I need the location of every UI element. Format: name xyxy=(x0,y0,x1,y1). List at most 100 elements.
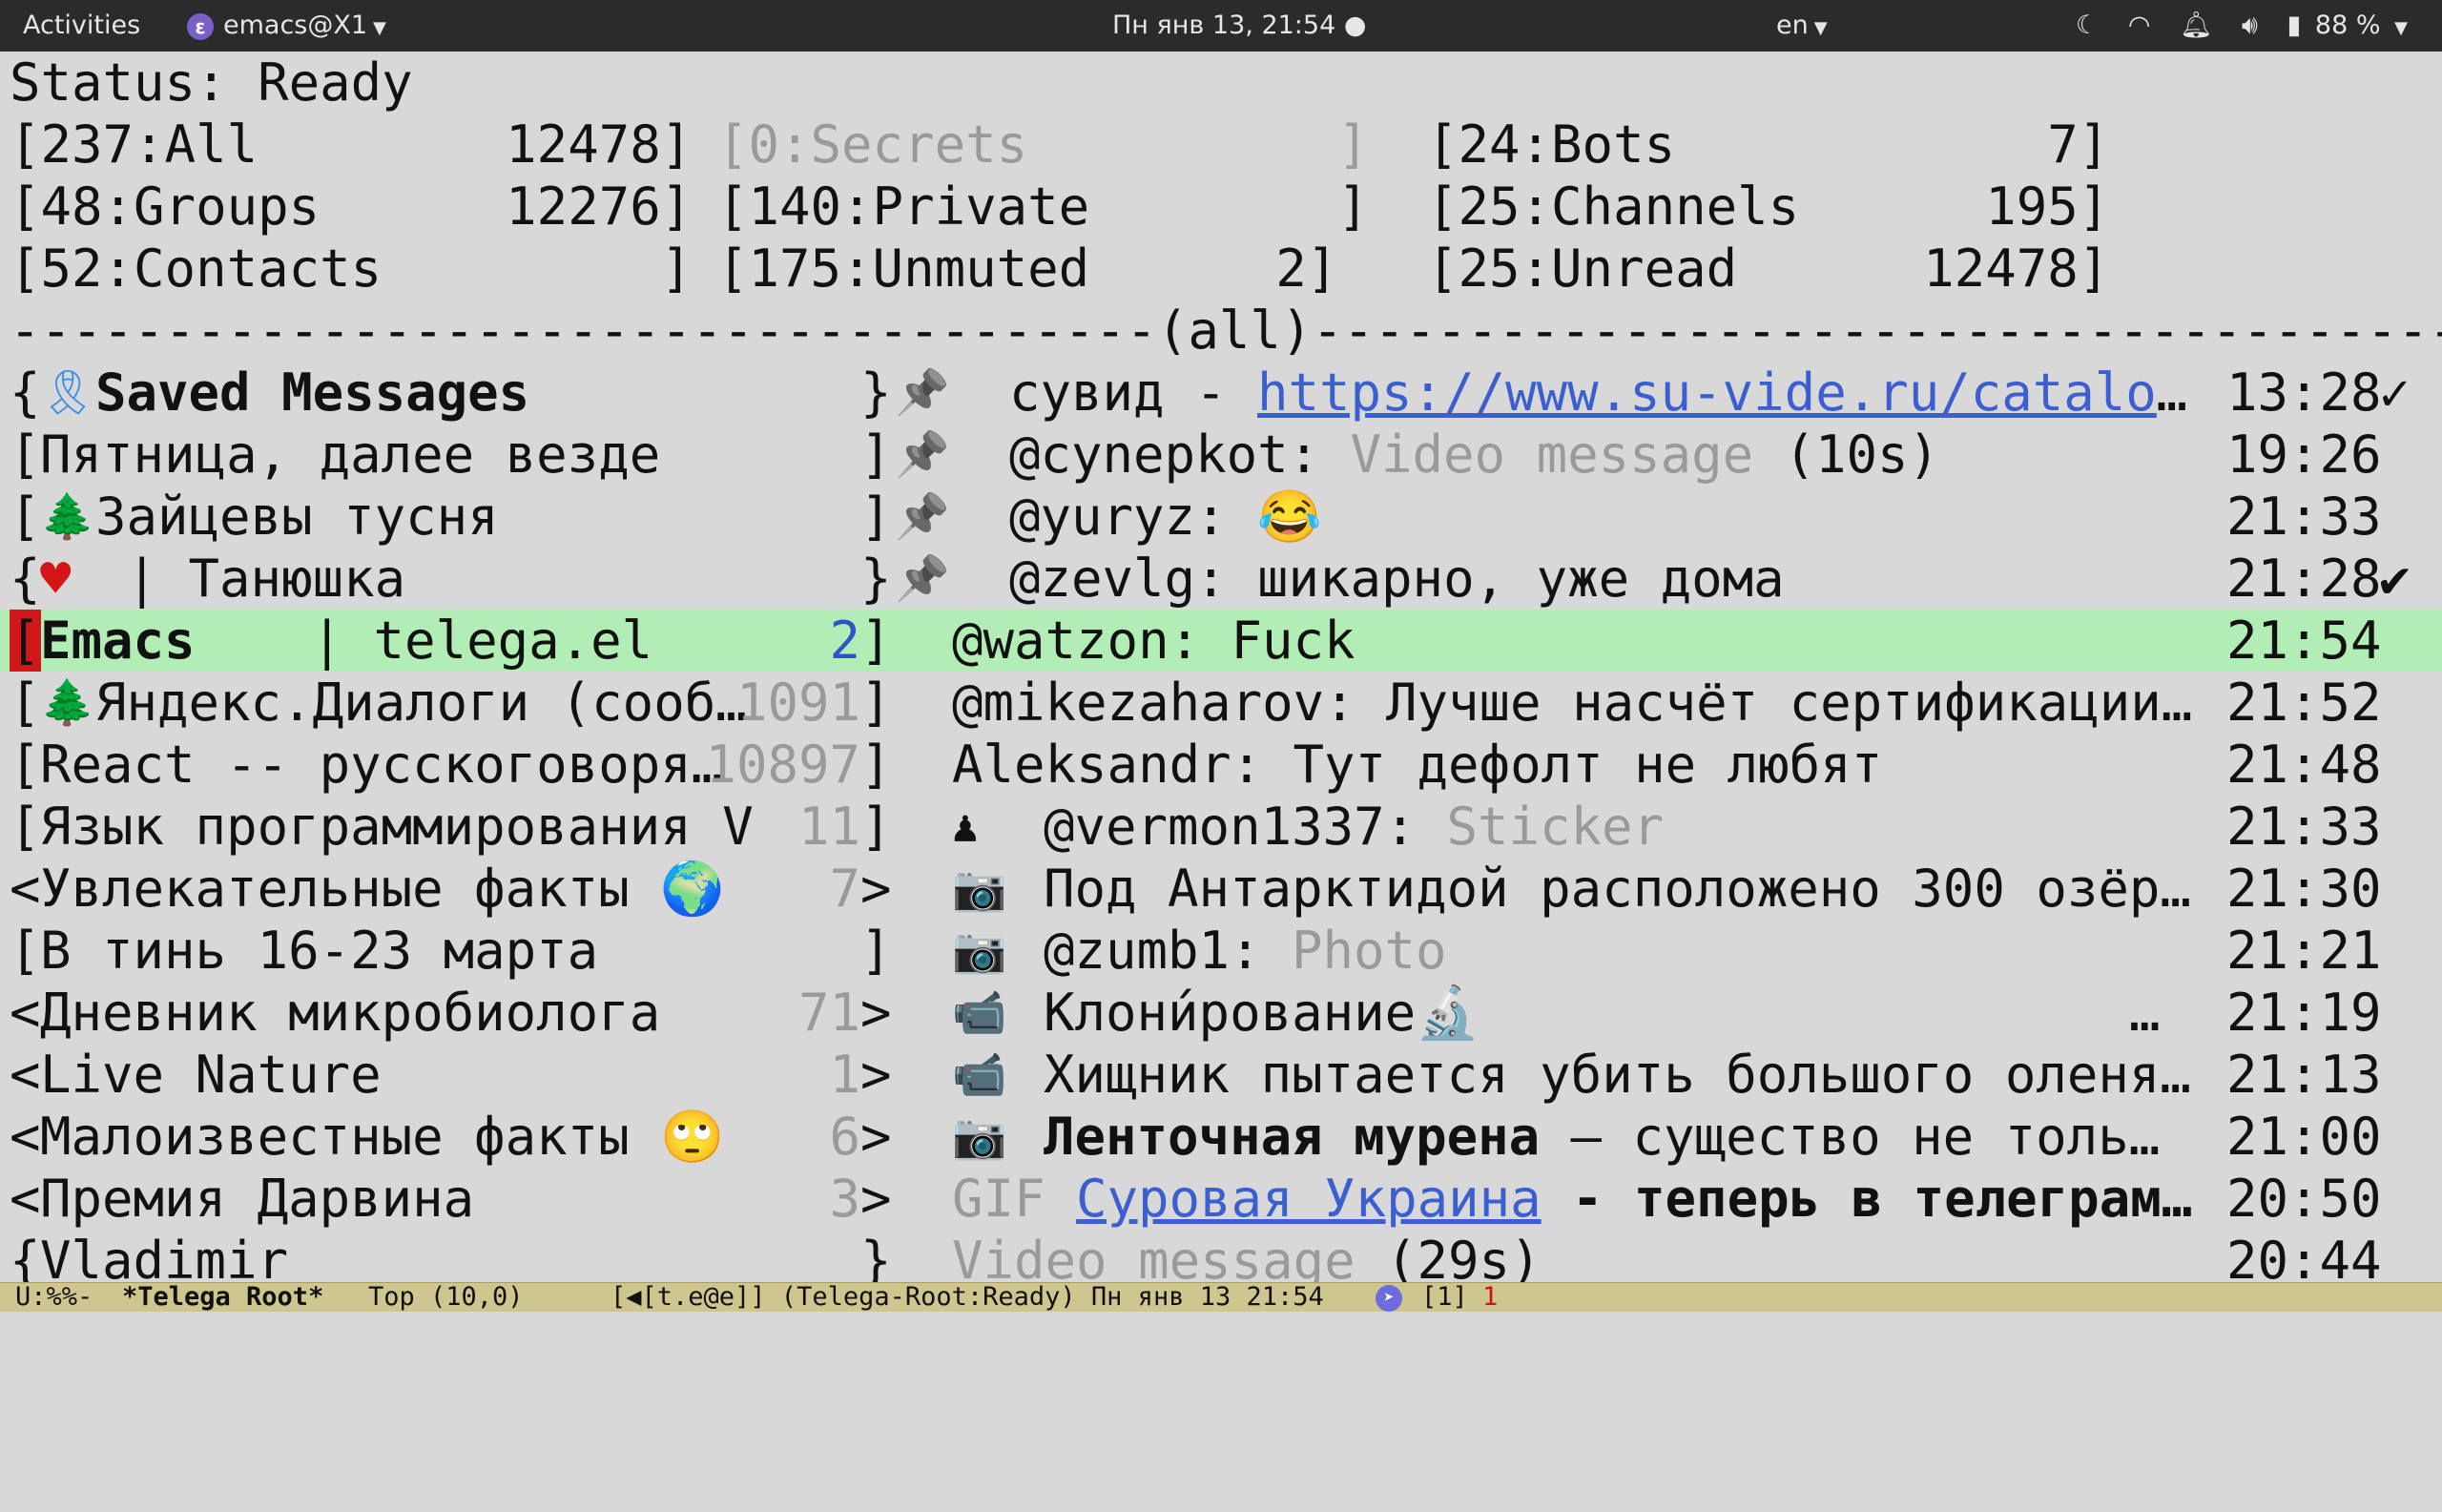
message-type: Sticker xyxy=(1446,797,1665,857)
filter-row: [48:Groups 12276] [140:Private ] [25:Cha… xyxy=(0,176,2442,238)
filter-all[interactable]: [237:All 12478] xyxy=(10,114,692,176)
message-text: Лучше насчёт сертификации… xyxy=(1386,673,2193,733)
chat-bracket-open: [ xyxy=(10,487,41,547)
chat-title: | Танюшка xyxy=(95,549,406,609)
chat-row[interactable]: [Пятница, далее везде] 📌 @cynepkot: Video … xyxy=(0,424,2442,486)
moon-icon: ☾ xyxy=(2076,10,2100,40)
chat-title: Emacs xyxy=(40,611,196,671)
chevron-down-icon: ▼ xyxy=(1813,18,1828,38)
chat-bracket-close: } xyxy=(860,362,892,423)
message-time: 21:52 xyxy=(2226,673,2382,733)
message-time: 19:26 xyxy=(2226,425,2382,485)
telegram-icon[interactable]: ➤ xyxy=(1376,1283,1402,1312)
chat-row[interactable]: {🎗 Saved Messages} 📌 сувид - https://www.su… xyxy=(0,362,2442,424)
chat-row[interactable]: < Малоизвестные факты 🙄 6 > 📷 Ленточная муре… xyxy=(0,1106,2442,1168)
filter-unmuted[interactable]: [175:Unmuted 2] xyxy=(717,238,1337,300)
chat-row[interactable]: [В тинь 16-23 марта] 📷 @zumb1: Photo 21:21 xyxy=(0,920,2442,982)
chat-row[interactable]: {Vladimir} Video message (29s) 20:44 xyxy=(0,1230,2442,1286)
chat-unread-count: 1 xyxy=(829,1045,860,1105)
message-sender: Aleksandr: xyxy=(952,735,1293,795)
chat-row[interactable]: < Live Nature 1 > 📹 Хищник пытается убить бо… xyxy=(0,1044,2442,1106)
message-time: 20:44 xyxy=(2226,1231,2382,1286)
chat-row[interactable]: [🌲 Яндекс.Диалоги (сооб… 1091] @mikezaharov… xyxy=(0,672,2442,734)
chat-bracket-close: } xyxy=(860,1231,892,1286)
message-time: 21:28 xyxy=(2226,549,2382,609)
message-time: 13:28 xyxy=(2226,362,2382,423)
telega-root-buffer[interactable]: Status: Ready [237:All 12478] [0:Secrets… xyxy=(0,52,2442,1286)
chat-title: Премия Дарвина xyxy=(40,1169,475,1229)
system-menu[interactable]: ☾ ◠ 🔔︎ 🔊︎ ▮ 88 % ▼ xyxy=(2076,0,2408,52)
message-time: 21:19 xyxy=(2226,983,2382,1043)
filter-unread[interactable]: [25:Unread 12478] xyxy=(1427,238,2109,300)
chat-title: В тинь 16-23 марта xyxy=(40,921,599,981)
chat-bracket-open: [ xyxy=(10,425,41,485)
chat-row[interactable]: < Премия Дарвина 3 > GIF Суровая Украина - т… xyxy=(0,1168,2442,1230)
filter-private[interactable]: [140:Private ] xyxy=(717,176,1369,238)
media-icon: 📷 xyxy=(952,862,1033,914)
volume-icon: 🔊︎ xyxy=(2241,10,2258,40)
chat-row[interactable]: {♥ | Танюшка} 📌 @zevlg: шикарно, уже дома 2… xyxy=(0,548,2442,610)
message-link[interactable]: Суровая Украина xyxy=(1076,1168,1542,1230)
chat-title: Увлекательные факты 🌍 xyxy=(40,859,725,919)
chat-title: Малоизвестные факты 🙄 xyxy=(40,1107,725,1167)
chat-title: Saved Messages xyxy=(95,362,530,423)
message-time: 21:54 xyxy=(2226,611,2382,671)
modeline-buffer-name[interactable]: *Telega Root* xyxy=(122,1283,323,1312)
chat-title: Vladimir xyxy=(40,1231,289,1286)
chat-bracket-close: > xyxy=(860,1169,892,1229)
chat-row[interactable]: [🌲 Зайцевы тусня] 📌 @yuryz: 😂 21:33 xyxy=(0,486,2442,548)
message-sender: сувид - xyxy=(1009,362,1258,423)
activities-button[interactable]: Activities xyxy=(23,0,140,52)
clock[interactable]: Пн янв 13, 21:54 ● xyxy=(1112,0,1366,52)
message-text: Под Антарктидой расположено 300 озёр… xyxy=(1044,859,2191,919)
chat-bracket-open: [ xyxy=(10,735,41,795)
chat-bracket-open: { xyxy=(10,362,41,423)
media-icon: 📷 xyxy=(952,924,1033,976)
filter-contacts[interactable]: [52:Contacts ] xyxy=(10,238,692,300)
chat-row[interactable]: < Увлекательные факты 🌍 7 > 📷 Под Антарктидо… xyxy=(0,858,2442,920)
modeline-position: Top (10,0) xyxy=(368,1282,524,1312)
chat-row[interactable]: [Emacs | telega.el 2] @watzon: Fuck 21:54 xyxy=(0,610,2442,672)
chat-bracket-close: ] xyxy=(860,797,892,857)
keyboard-layout[interactable]: en ▼ xyxy=(1776,0,1828,52)
chat-icon: 🎗 xyxy=(40,366,96,418)
message-time: 21:30 xyxy=(2226,859,2382,919)
message-type: Photo xyxy=(1292,921,1447,981)
filter-groups[interactable]: [48:Groups 12276] xyxy=(10,176,692,238)
filter-bots[interactable]: [24:Bots 7] xyxy=(1427,114,2109,176)
chat-bracket-open: < xyxy=(10,1045,41,1105)
minibuffer[interactable] xyxy=(0,1312,2442,1374)
chat-title-rest: | telega.el xyxy=(280,611,653,671)
message-time: 21:33 xyxy=(2226,487,2382,547)
chat-unread-count: 2 xyxy=(829,611,860,671)
chat-row[interactable]: [Язык программирования V 11] ♟ @vermon1337… xyxy=(0,796,2442,858)
chat-title: Яндекс.Диалоги (сооб… xyxy=(95,673,747,733)
filter-secrets[interactable]: [0:Secrets ] xyxy=(717,114,1369,176)
modeline-tg-count: [1] xyxy=(1421,1282,1468,1312)
chat-bracket-open: < xyxy=(10,1107,41,1167)
chat-row[interactable]: < Дневник микробиолога 71 > 📹 Клони́рование🔬… xyxy=(0,982,2442,1044)
chat-bracket-open: [ xyxy=(10,610,41,672)
app-menu[interactable]: ε emacs@X1 ▼ xyxy=(187,0,386,52)
message-bold: - теперь в телеграм… xyxy=(1541,1169,2193,1229)
wifi-icon: ◠ xyxy=(2127,10,2151,40)
chat-bracket-close: ] xyxy=(860,611,892,671)
chat-row[interactable]: [React -- русскоговоря… 10897] Aleksandr: … xyxy=(0,734,2442,796)
modeline-mode[interactable]: [◀[t.e@e]] (Telega-Root:Ready) Пн янв 13… xyxy=(610,1283,1324,1312)
chat-title: React -- русскоговоря… xyxy=(40,735,723,795)
message-text: … xyxy=(2156,362,2188,423)
chevron-down-icon: ▼ xyxy=(373,18,386,38)
message-time: 21:48 xyxy=(2226,735,2382,795)
message-sender: @mikezaharov: xyxy=(952,673,1387,733)
message-ellipsis: … xyxy=(2129,983,2161,1043)
chat-bracket-close: ] xyxy=(860,673,892,733)
message-bold: Ленточная мурена xyxy=(1044,1107,1541,1167)
message-type: Video message xyxy=(952,1231,1356,1286)
filter-channels[interactable]: [25:Channels 195] xyxy=(1427,176,2109,238)
chat-bracket-close: > xyxy=(860,1107,892,1167)
message-link[interactable]: https://www.su-vide.ru/catalo xyxy=(1257,362,2157,424)
chat-bracket-open: [ xyxy=(10,921,41,981)
media-icon: 📹 xyxy=(952,1048,1033,1100)
chat-title: Пятница, далее везде xyxy=(40,425,661,485)
chat-bracket-close: > xyxy=(860,1045,892,1105)
